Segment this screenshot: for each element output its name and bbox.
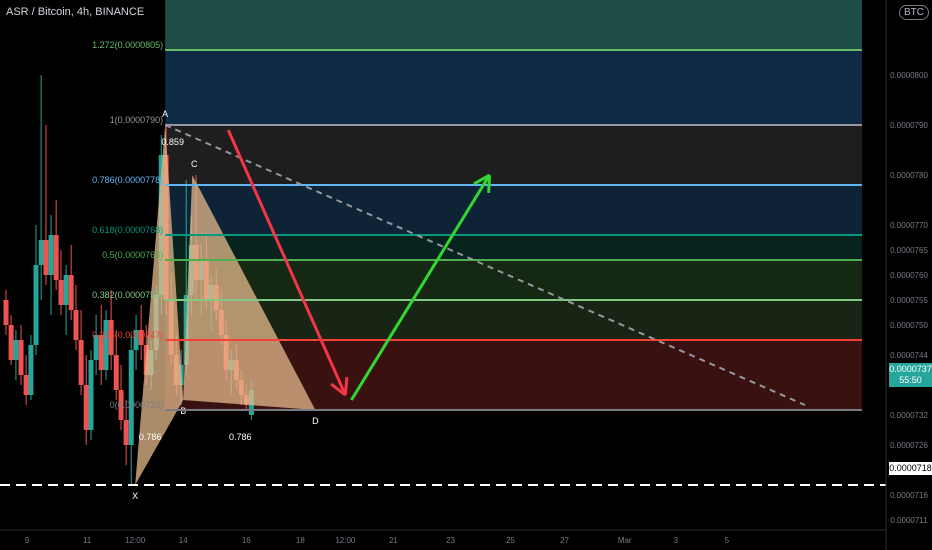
time-tick-label: 11 <box>83 536 92 545</box>
time-tick-label: 25 <box>506 536 515 545</box>
candle-body <box>8 325 14 360</box>
fib-level-label: 0.5(0.0000763) <box>102 250 163 260</box>
currency-badge[interactable]: BTC <box>899 5 929 20</box>
price-tick-label: 0.0000755 <box>890 296 928 305</box>
candle-body <box>38 240 44 265</box>
candle-body <box>98 335 104 370</box>
time-tick-label: 14 <box>179 536 188 545</box>
price-tick-label: 0.0000726 <box>890 441 928 450</box>
fib-level-label: 1(0.0000790) <box>110 115 164 125</box>
candle-body <box>63 275 69 305</box>
bar-countdown: 55:50 <box>899 375 922 385</box>
harmonic-point-label: D <box>312 416 319 426</box>
price-tick-label: 0.0000790 <box>890 121 928 130</box>
symbol-title: ASR / Bitcoin, 4h, BINANCE <box>6 6 145 18</box>
price-tick-label: 0.0000760 <box>890 271 928 280</box>
time-tick-label: 12:00 <box>125 536 146 545</box>
time-tick-label: 18 <box>296 536 305 545</box>
candle-body <box>53 235 59 280</box>
fib-level-label: 0.236(0.0000747) <box>92 330 163 340</box>
fib-level-label: 0.382(0.0000755) <box>92 290 163 300</box>
fib-zone <box>165 260 862 300</box>
fib-zone <box>165 50 862 125</box>
current-price-value: 0.0000737 <box>889 364 932 374</box>
time-tick-label: 12:00 <box>335 536 356 545</box>
candle-body <box>48 235 54 275</box>
time-tick-label: 27 <box>560 536 569 545</box>
marker-price-tag: 0.0000718 <box>889 462 932 475</box>
time-tick-label: 16 <box>242 536 251 545</box>
fib-level-label: 0.618(0.0000768) <box>92 225 163 235</box>
price-chart[interactable]: XABCD0.8590.7860.786 1.272(0.0000805)1(0… <box>0 0 932 550</box>
harmonic-point-label: C <box>191 159 198 169</box>
fib-zone <box>165 125 862 185</box>
candle-body <box>123 420 129 445</box>
harmonic-point-label: X <box>132 491 138 501</box>
time-tick-label: 3 <box>674 536 679 545</box>
candle-body <box>88 360 94 430</box>
candle-body <box>58 280 64 305</box>
price-tick-label: 0.0000716 <box>890 491 928 500</box>
current-price-tag: 0.0000737 55:50 <box>889 363 932 387</box>
price-tick-label: 0.0000770 <box>890 221 928 230</box>
candle-body <box>3 300 9 325</box>
time-tick-label: 23 <box>446 536 455 545</box>
price-tick-label: 0.0000800 <box>890 71 928 80</box>
price-tick-label: 0.0000765 <box>890 246 928 255</box>
fib-zone <box>165 185 862 235</box>
price-tick-label: 0.0000780 <box>890 171 928 180</box>
harmonic-ratio-label: 0.859 <box>161 137 184 147</box>
candle-body <box>113 355 119 390</box>
candle-body <box>68 275 74 310</box>
candle-body <box>103 320 109 370</box>
candle-body <box>28 345 34 395</box>
candle-body <box>43 240 49 275</box>
candle-body <box>78 340 84 385</box>
fib-zone <box>165 235 862 260</box>
fib-level-label: 0.786(0.0000778) <box>92 175 163 185</box>
time-tick-label: 9 <box>25 536 30 545</box>
candle-body <box>128 350 134 445</box>
time-tick-label: Mar <box>618 536 632 545</box>
candle-body <box>73 310 79 340</box>
candle-body <box>13 340 19 360</box>
candle-body <box>23 375 29 395</box>
candle-body <box>83 385 89 430</box>
price-tick-label: 0.0000750 <box>890 321 928 330</box>
time-tick-label: 5 <box>725 536 730 545</box>
time-tick-label: 21 <box>389 536 398 545</box>
arrow-head <box>343 376 349 396</box>
candle-body <box>33 265 39 345</box>
price-tick-label: 0.0000711 <box>890 516 928 525</box>
price-tick-label: 0.0000732 <box>890 411 928 420</box>
fib-level-label: 0(0.0000733) <box>110 400 164 410</box>
candle-body <box>18 340 24 375</box>
price-tick-label: 0.0000744 <box>890 351 928 360</box>
fib-zone-extension <box>165 0 862 50</box>
harmonic-ratio-label: 0.786 <box>229 432 252 442</box>
fib-level-label: 1.272(0.0000805) <box>92 40 163 50</box>
arrow-head <box>487 174 492 194</box>
harmonic-ratio-label: 0.786 <box>139 432 162 442</box>
